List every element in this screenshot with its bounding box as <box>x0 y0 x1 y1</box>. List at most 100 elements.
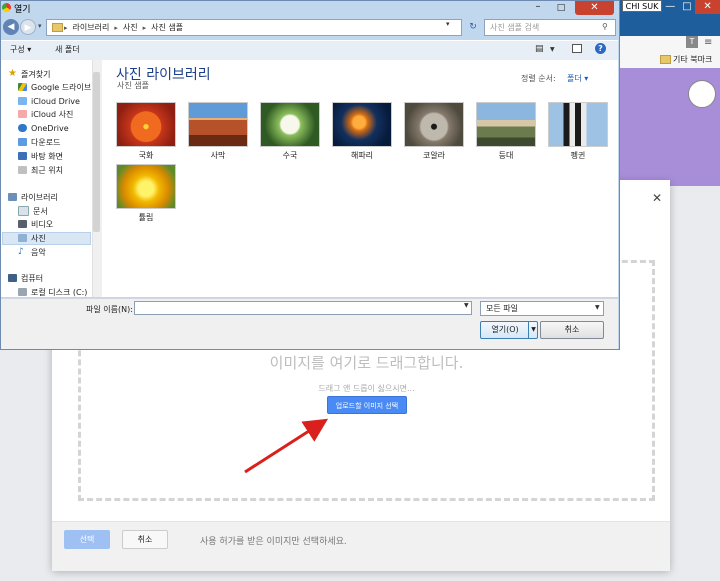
close-button[interactable]: ✕ <box>695 0 720 14</box>
file-label[interactable]: 해파리 <box>327 150 397 161</box>
history-dropdown-icon[interactable]: ▾ <box>38 22 42 30</box>
file-label[interactable]: 국화 <box>111 150 181 161</box>
preview-pane-icon[interactable] <box>572 44 582 53</box>
organize-button[interactable]: 구성 ▾ <box>10 44 31 55</box>
maximize-button[interactable]: □ <box>550 1 572 15</box>
file-label[interactable]: 사막 <box>183 150 253 161</box>
file-thumbnail-tulips[interactable] <box>116 164 176 209</box>
nav-item-onedrive[interactable]: OneDrive <box>18 122 69 134</box>
chrome-icon <box>2 3 11 12</box>
drop-subtitle: 드래그 앤 드롭이 싫으시면... <box>318 384 415 393</box>
nav-item-icloud-drive[interactable]: iCloud Drive <box>18 95 80 107</box>
downloads-icon <box>18 138 27 146</box>
documents-icon <box>18 206 29 216</box>
nav-item-icloud-photos[interactable]: iCloud 사진 <box>18 108 73 120</box>
footer-note: 사용 허가를 받은 이미지만 선택하세요. <box>200 537 347 547</box>
new-folder-button[interactable]: 새 폴더 <box>55 44 80 55</box>
folder-icon <box>52 23 63 32</box>
nav-computer-header[interactable]: 컴퓨터 <box>8 272 43 284</box>
view-options-icon[interactable]: ▤ <box>535 44 544 54</box>
filename-input[interactable] <box>134 301 472 315</box>
file-list-pane <box>102 60 618 297</box>
nav-item-pictures[interactable]: 사진 <box>18 232 46 244</box>
google-drive-icon <box>18 83 27 91</box>
red-arrow-annotation <box>244 418 329 474</box>
dialog-title: 열기 <box>14 5 31 15</box>
profile-name-badge[interactable]: CHI SUK <box>622 0 662 12</box>
file-thumbnail-lighthouse[interactable] <box>476 102 536 147</box>
address-dropdown-icon[interactable]: ▾ <box>446 20 450 28</box>
maximize-button[interactable]: □ <box>679 0 696 14</box>
library-icon <box>8 193 17 201</box>
nav-item-recent[interactable]: 최근 위치 <box>18 164 63 176</box>
icloud-icon <box>18 97 27 105</box>
command-bar <box>1 40 618 61</box>
nav-item-local-disk[interactable]: 로컬 디스크 (C:) <box>18 286 87 298</box>
extension-t-icon[interactable]: T <box>686 36 698 48</box>
library-subtitle: 사진 샘플 <box>117 81 149 90</box>
nav-item-google-drive[interactable]: Google 드라이브 <box>18 81 91 93</box>
pictures-icon <box>18 234 27 242</box>
forward-arrow-icon[interactable]: ▶ <box>20 19 36 35</box>
filetype-dropdown-icon[interactable]: ▼ <box>595 304 600 311</box>
nav-favorites-header[interactable]: ★ 즐겨찾기 <box>8 68 50 80</box>
music-icon: ♪ <box>18 247 24 257</box>
desktop-icon <box>18 152 27 160</box>
browser-menu-icon[interactable]: ≡ <box>704 38 714 48</box>
bookmarks-bar: 기타 북마크 <box>620 51 720 69</box>
nav-libraries-header[interactable]: 라이브러리 <box>8 191 58 203</box>
sort-label: 정렬 순서: <box>521 74 556 83</box>
nav-selection-highlight <box>2 232 91 245</box>
file-label[interactable]: 튤립 <box>111 212 181 223</box>
cancel-button[interactable]: 취소 <box>540 321 604 339</box>
file-label[interactable]: 펭귄 <box>543 150 613 161</box>
nav-item-music[interactable]: ♪ 음악 <box>18 246 46 258</box>
file-thumbnail-chrysanthemum[interactable] <box>116 102 176 147</box>
refresh-icon[interactable]: ↻ <box>466 19 480 36</box>
breadcrumb-item[interactable]: 라이브러리 <box>73 22 110 33</box>
breadcrumb: ▸ 라이브러리 ▸ 사진 ▸ 사진 샘플 <box>64 22 184 33</box>
onedrive-icon <box>18 124 27 132</box>
nav-item-downloads[interactable]: 다운로드 <box>18 136 60 148</box>
filename-dropdown-icon[interactable]: ▼ <box>464 302 469 309</box>
nav-item-documents[interactable]: 문서 <box>18 205 48 217</box>
drop-title: 이미지를 여기로 드래그합니다. <box>269 354 464 372</box>
nav-item-desktop[interactable]: 바탕 화면 <box>18 150 63 162</box>
open-split-dropdown-icon[interactable]: ▼ <box>528 321 538 339</box>
file-label[interactable]: 등대 <box>471 150 541 161</box>
file-thumbnail-koala[interactable] <box>404 102 464 147</box>
file-thumbnail-jellyfish[interactable] <box>332 102 392 147</box>
disk-icon <box>18 288 27 296</box>
help-icon[interactable]: ? <box>595 43 606 54</box>
file-label[interactable]: 수국 <box>255 150 325 161</box>
close-icon[interactable]: ✕ <box>652 191 662 205</box>
minimize-button[interactable]: — <box>662 0 679 14</box>
view-dropdown-icon[interactable]: ▼ <box>550 46 555 53</box>
videos-icon <box>18 220 27 228</box>
file-thumbnail-hydrangeas[interactable] <box>260 102 320 147</box>
folder-icon <box>660 55 671 64</box>
breadcrumb-item[interactable]: 사진 <box>123 22 138 33</box>
cancel-button[interactable]: 취소 <box>122 530 168 549</box>
filename-label: 파일 이름(N): <box>86 305 133 314</box>
nav-scrollbar-thumb[interactable] <box>93 72 100 232</box>
select-button[interactable]: 선택 <box>64 530 110 549</box>
icloud-photos-icon <box>18 110 27 118</box>
search-placeholder: 사진 샘플 검색 <box>490 23 540 32</box>
file-thumbnail-desert[interactable] <box>188 102 248 147</box>
browser-window-controls: — □ ✕ <box>662 0 720 14</box>
sort-dropdown[interactable]: 폴더 ▾ <box>567 73 588 84</box>
close-button[interactable]: ✕ <box>575 1 614 15</box>
breadcrumb-item[interactable]: 사진 샘플 <box>151 22 183 33</box>
bookmark-other[interactable]: 기타 북마크 <box>673 54 712 65</box>
nav-item-videos[interactable]: 비디오 <box>18 218 53 230</box>
computer-icon <box>8 274 17 282</box>
filetype-select[interactable]: 모든 파일 <box>480 301 604 316</box>
back-arrow-icon[interactable]: ◀ <box>3 19 19 35</box>
minimize-button[interactable]: – <box>527 1 549 15</box>
avatar[interactable] <box>688 80 716 108</box>
search-icon[interactable]: ⚲ <box>602 22 608 31</box>
file-thumbnail-penguins[interactable] <box>548 102 608 147</box>
star-icon: ★ <box>8 68 17 79</box>
file-label[interactable]: 코알라 <box>399 150 469 161</box>
